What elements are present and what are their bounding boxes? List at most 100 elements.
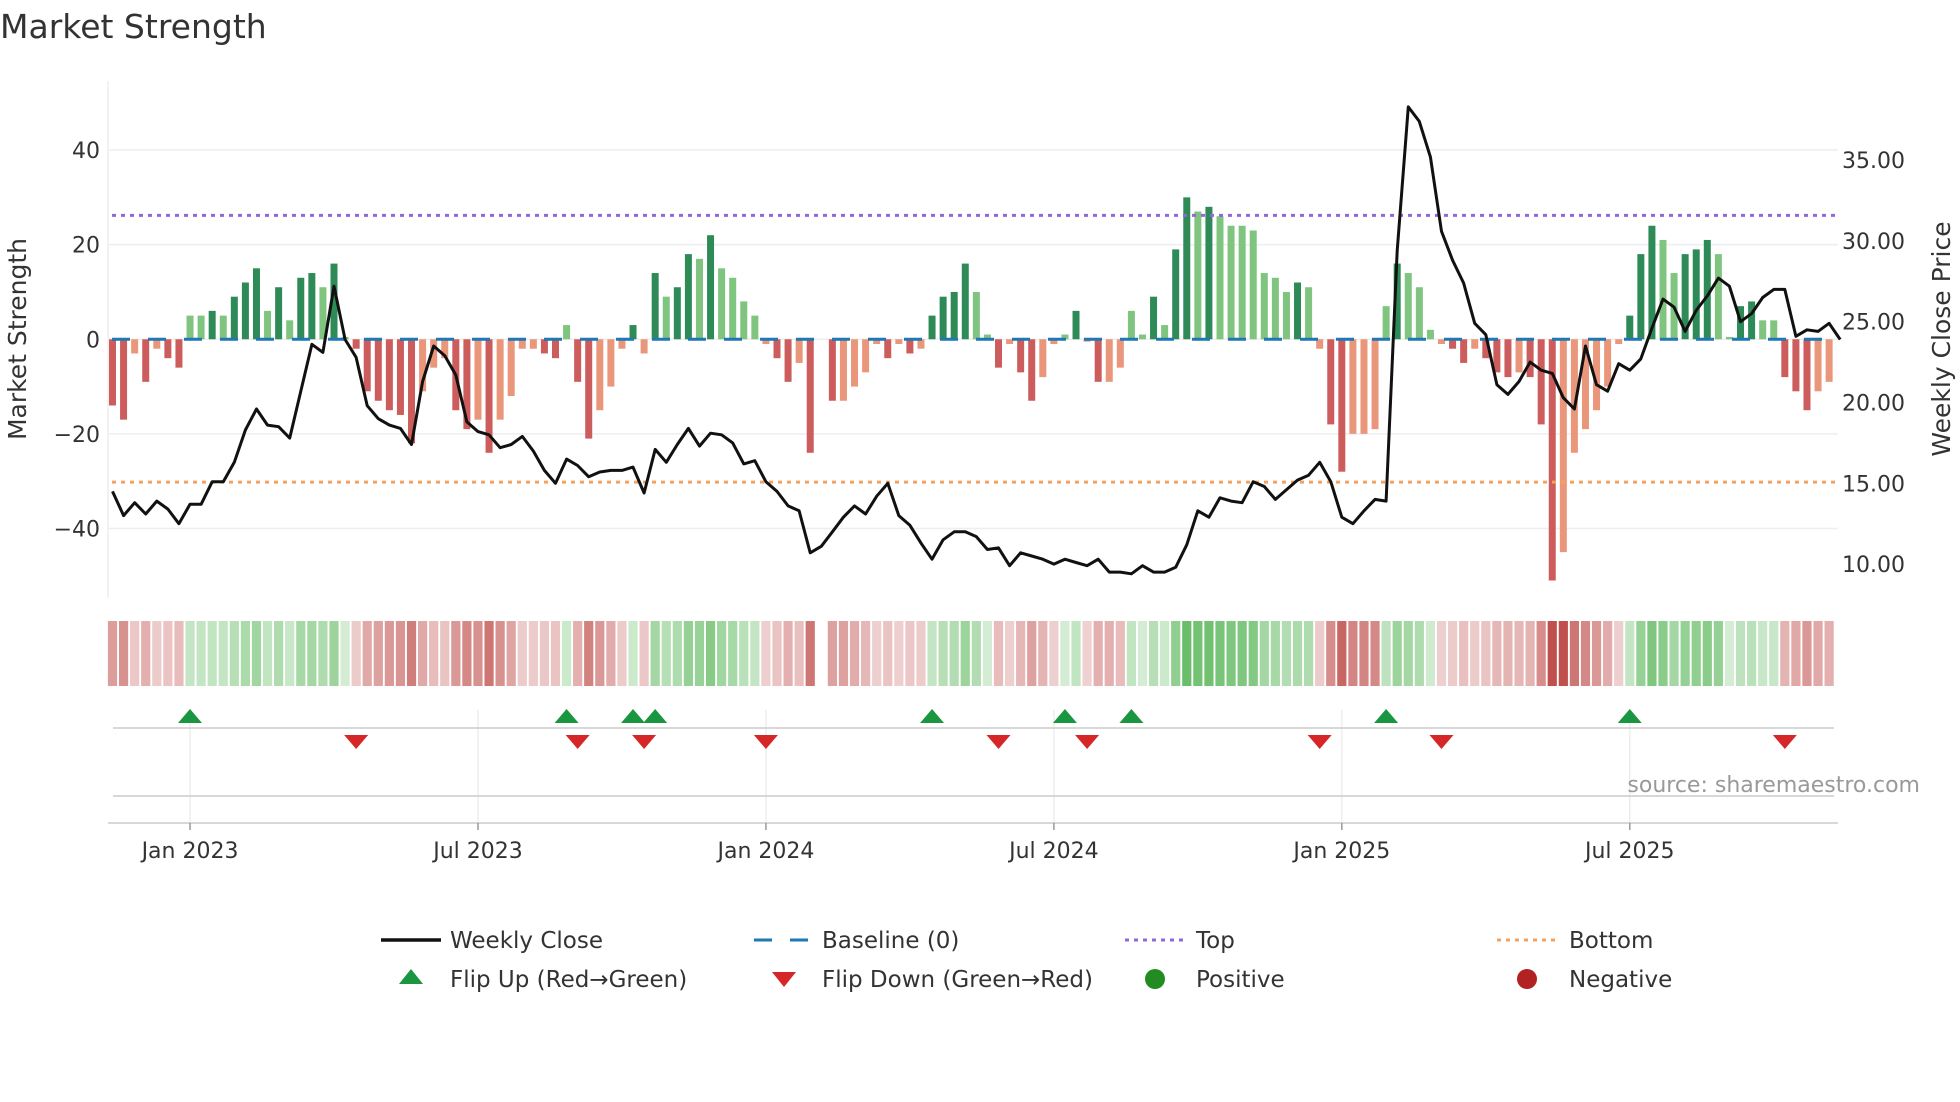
strip-cell <box>218 621 228 686</box>
y2-axis-label: Weekly Close Price <box>1927 221 1956 456</box>
positive-bar <box>1382 306 1390 340</box>
strip-cell <box>1049 621 1059 686</box>
legend-label: Negative <box>1569 967 1672 993</box>
negative-bar <box>474 339 482 420</box>
negative-bar <box>374 339 382 401</box>
positive-bar <box>695 258 703 340</box>
negative-bar <box>884 339 892 359</box>
strip-cell <box>1226 621 1236 686</box>
strip-cell <box>484 621 494 686</box>
strip-cell <box>340 621 350 686</box>
negative-bar <box>828 339 836 401</box>
strip-cell <box>130 621 140 686</box>
positive-bar <box>1216 216 1224 340</box>
gridlines <box>108 149 1838 823</box>
positive-bar <box>1404 273 1412 340</box>
negative-bar <box>596 339 604 411</box>
strip-cell <box>1547 621 1557 686</box>
positive-bar <box>241 282 249 340</box>
flip-up-marker <box>1052 709 1077 723</box>
negative-bar <box>552 339 559 359</box>
strip-cell <box>1769 621 1779 686</box>
strip-cell <box>1016 621 1026 686</box>
strip-cell <box>506 621 516 686</box>
positive-bar <box>1072 310 1080 340</box>
flip-down-marker <box>1075 735 1100 749</box>
strip-cell <box>1304 621 1314 686</box>
y2-tick-label: 20.00 <box>1842 392 1905 417</box>
strip-cell <box>1614 621 1624 686</box>
strip-cell <box>163 621 173 686</box>
strip-cell <box>473 621 483 686</box>
strip-cell <box>1004 621 1015 686</box>
strip-cell <box>971 621 981 686</box>
positive-bar <box>1194 211 1202 340</box>
strip-cell <box>1248 621 1258 686</box>
negative-bar <box>1327 339 1335 425</box>
x-tick-label: Jul 2025 <box>1583 839 1675 864</box>
strip-cell <box>960 621 970 686</box>
strip-cell <box>141 621 151 686</box>
legend-label: Flip Down (Green→Red) <box>822 967 1093 993</box>
strip-cell <box>894 621 904 686</box>
positive-bar <box>1172 249 1180 340</box>
legend: Weekly Close Baseline (0) Top Bottom Flip Up… <box>381 928 1672 993</box>
strip-cell <box>739 621 749 686</box>
strip-cell <box>1060 621 1070 686</box>
strip-cell <box>1558 621 1568 686</box>
positive-bar <box>1294 282 1302 340</box>
negative-bar <box>1028 339 1036 401</box>
positive-bar <box>1659 239 1667 340</box>
y2-tick-label: 15.00 <box>1842 472 1905 497</box>
strip-cell <box>1370 621 1380 686</box>
strip-cell <box>251 621 262 686</box>
strip-cell <box>661 621 671 686</box>
negative-bar <box>496 339 504 420</box>
strip-cell <box>1525 621 1535 686</box>
strip-cell <box>1126 621 1136 686</box>
strip-cell <box>1680 621 1690 686</box>
negative-bar <box>1526 339 1534 378</box>
reference-lines <box>112 213 1838 484</box>
strip-cell <box>307 621 317 686</box>
y-tick-label: 20 <box>72 234 100 259</box>
negative-bar <box>795 339 803 363</box>
source-label: source: sharemaestro.com <box>1627 773 1920 798</box>
strip-cell <box>1824 621 1834 686</box>
strip-cell <box>927 621 937 686</box>
strip-cell <box>872 621 882 686</box>
strip-cell <box>761 621 771 686</box>
positive-bar <box>1626 315 1634 340</box>
strip-cell <box>274 621 284 686</box>
strip-cell <box>207 621 217 686</box>
negative-bar <box>1814 339 1822 392</box>
positive-bar <box>729 277 737 340</box>
negative-bar <box>109 339 116 406</box>
strip-cell <box>107 621 118 686</box>
strip-cell <box>1636 621 1646 686</box>
strip-cell <box>750 621 760 686</box>
negative-bar <box>363 339 371 392</box>
positive-bar <box>197 315 205 340</box>
strip-cell <box>982 621 993 686</box>
positive-bar <box>563 325 571 340</box>
flip-up-marker <box>554 709 579 723</box>
strip-cell <box>395 621 406 686</box>
negative-bar <box>1803 339 1811 411</box>
x-tick-label: Jul 2024 <box>1007 839 1099 864</box>
strip-cell <box>1182 621 1192 686</box>
strip-cell <box>1392 621 1402 686</box>
positive-bar <box>1305 287 1313 340</box>
x-tick-label: Jan 2023 <box>140 839 239 864</box>
negative-bar <box>120 339 128 420</box>
strip-cell <box>949 621 959 686</box>
flip-down-marker <box>1429 735 1454 749</box>
negative-bar <box>851 339 859 387</box>
negative-bar <box>1438 339 1445 344</box>
strip-cell <box>1425 621 1436 686</box>
strip-cell <box>1647 621 1657 686</box>
strip-cell <box>429 621 439 686</box>
market-strength-chart: Market Strength 40 20 0 −20 −40 35.00 30.00 25.… <box>0 7 1956 993</box>
strip-cell <box>1359 621 1369 686</box>
flip-down-marker <box>1307 735 1332 749</box>
